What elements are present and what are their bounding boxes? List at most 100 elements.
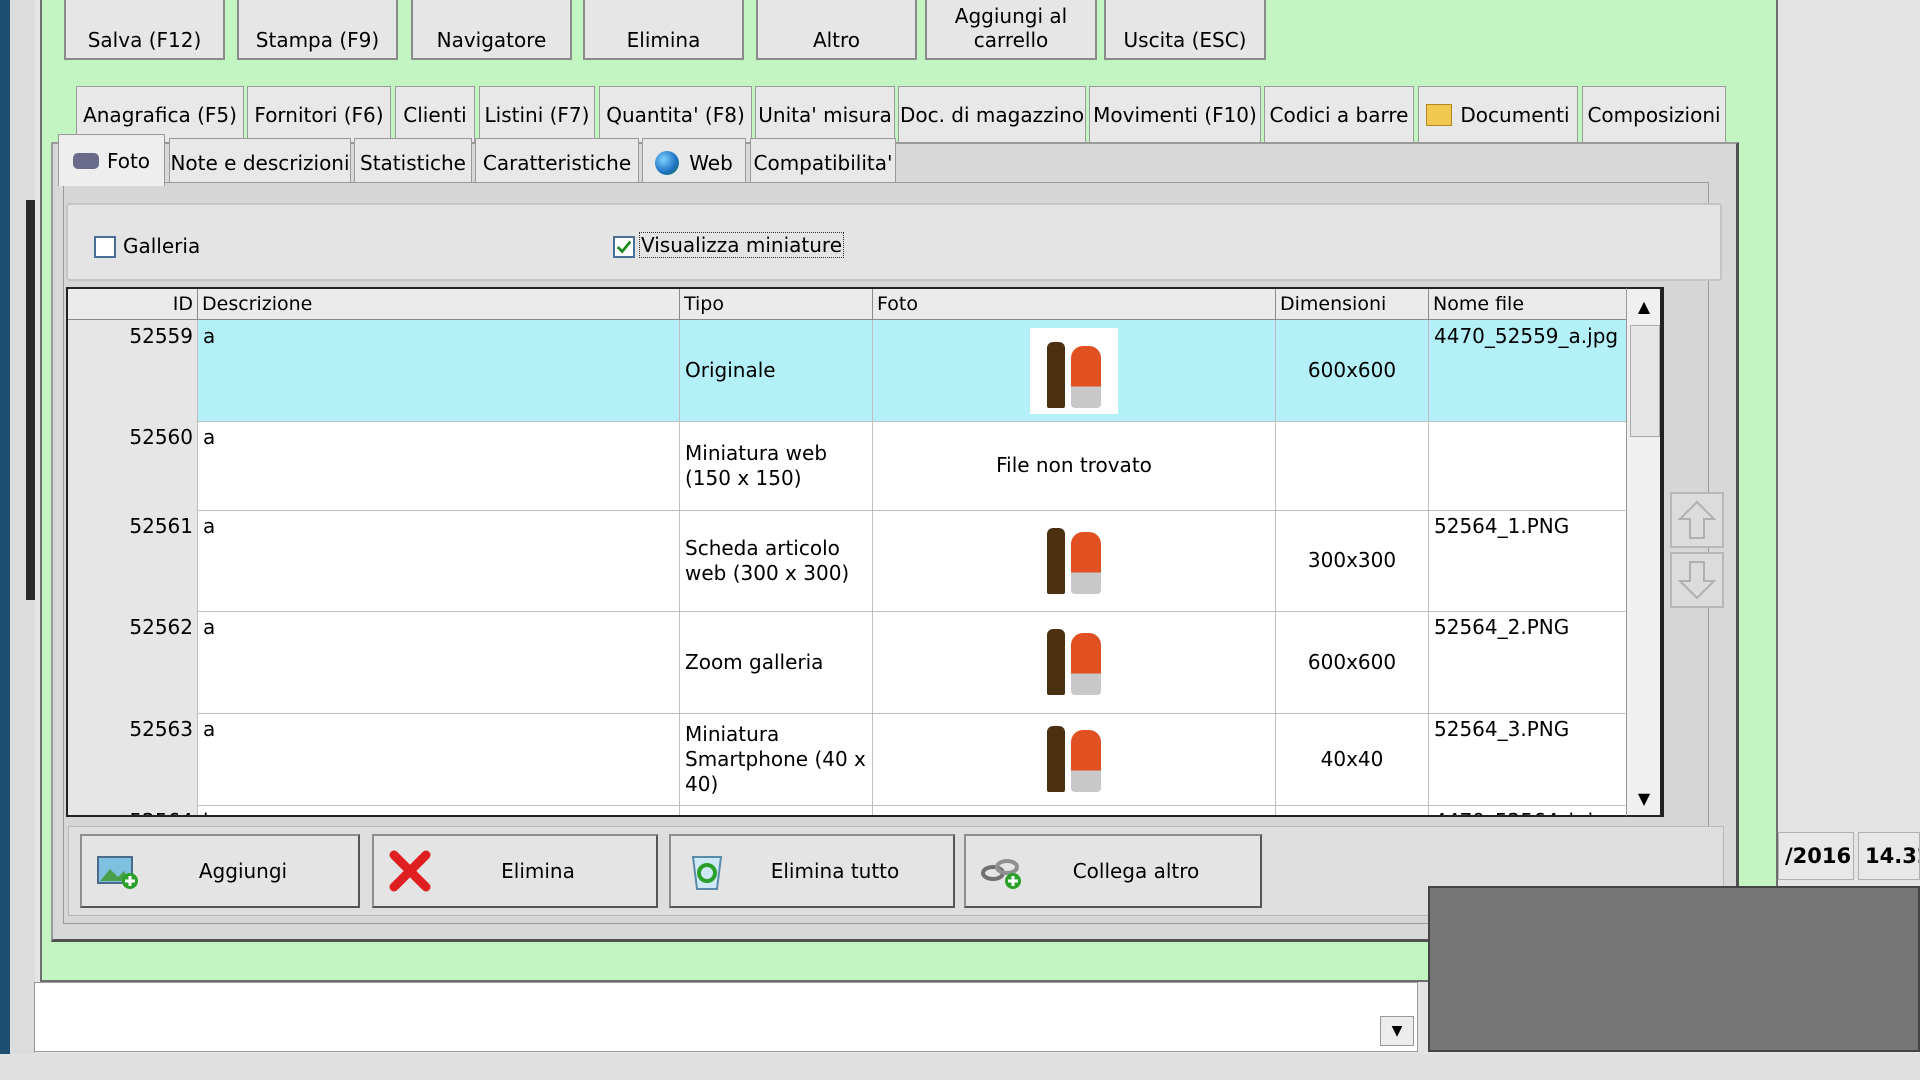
status-date: /2016 xyxy=(1778,832,1854,880)
tab-codici-barre[interactable]: Codici a barre xyxy=(1264,86,1414,142)
move-down-button[interactable] xyxy=(1670,552,1724,608)
cell-tipo: Miniatura web (150 x 150) xyxy=(680,421,873,510)
beer-glass-icon xyxy=(1071,345,1101,408)
tab-note-descrizioni[interactable]: Note e descrizioni xyxy=(169,138,351,186)
options-group xyxy=(66,203,1722,281)
table-row[interactable]: 52560 a Miniatura web (150 x 150) File n… xyxy=(68,421,1662,511)
recycle-bin-icon xyxy=(677,841,737,901)
tab-movimenti[interactable]: Movimenti (F10) xyxy=(1089,86,1261,142)
link-other-button[interactable]: Collega altro xyxy=(964,834,1262,908)
cell-descrizione: a xyxy=(198,320,680,421)
camera-icon xyxy=(72,152,99,169)
tab-quantita[interactable]: Quantita' (F8) xyxy=(599,86,752,142)
tab-label: Foto xyxy=(106,148,151,173)
exit-button[interactable]: Uscita (ESC) xyxy=(1104,0,1266,60)
add-photo-label: Aggiungi xyxy=(198,859,288,883)
add-image-icon xyxy=(88,841,148,901)
tab-label: Caratteristiche xyxy=(482,150,632,175)
col-descrizione[interactable]: Descrizione xyxy=(198,289,680,319)
cell-dimensioni: 40x40 xyxy=(1276,713,1429,805)
miniature-checkbox[interactable] xyxy=(613,236,635,258)
cell-foto xyxy=(873,320,1276,421)
globe-icon xyxy=(655,150,680,175)
photo-thumbnail xyxy=(1047,726,1101,792)
scroll-thumb[interactable] xyxy=(1630,325,1660,437)
link-other-label: Collega altro xyxy=(1072,859,1200,883)
tab-foto[interactable]: Foto xyxy=(58,134,165,186)
tab-label: Movimenti (F10) xyxy=(1093,102,1257,127)
photo-thumbnail xyxy=(1047,629,1101,695)
save-button[interactable]: Salva (F12) xyxy=(64,0,225,60)
table-row[interactable]: 52564 b 4470_52564_b.jpg xyxy=(68,805,1662,815)
galleria-label: Galleria xyxy=(123,234,201,258)
scroll-down-icon[interactable]: ▼ xyxy=(1629,783,1659,813)
tab-caratteristiche[interactable]: Caratteristiche xyxy=(475,138,639,186)
table-row[interactable]: 52561 a Scheda articolo web (300 x 300) … xyxy=(68,510,1662,612)
tab-label: Statistiche xyxy=(360,150,466,175)
cell-id: 52564 xyxy=(68,805,198,815)
print-button-label: Stampa (F9) xyxy=(255,28,380,52)
tab-label: Composizioni xyxy=(1587,102,1721,127)
move-up-button[interactable] xyxy=(1670,492,1724,548)
tab-unita-misura[interactable]: Unita' misura xyxy=(755,86,895,142)
bottom-strip xyxy=(0,1054,1920,1080)
delete-photo-button[interactable]: Elimina xyxy=(372,834,658,908)
beer-glass-icon xyxy=(1071,531,1101,594)
tab-statistiche[interactable]: Statistiche xyxy=(354,138,472,186)
tab-documenti[interactable]: Documenti xyxy=(1418,86,1578,142)
tab-fornitori[interactable]: Fornitori (F6) xyxy=(247,86,391,142)
table-row[interactable]: 52562 a Zoom galleria 600x600 52564_2.PN… xyxy=(68,611,1662,714)
cell-id: 52560 xyxy=(68,421,198,510)
more-button[interactable]: Altro xyxy=(756,0,917,60)
tab-doc-magazzino[interactable]: Doc. di magazzino xyxy=(898,86,1086,142)
print-button[interactable]: Stampa (F9) xyxy=(237,0,398,60)
col-tipo[interactable]: Tipo xyxy=(680,289,873,319)
red-x-icon xyxy=(380,841,440,901)
beer-bottle-icon xyxy=(1047,341,1065,408)
beer-glass-icon xyxy=(1071,730,1101,792)
col-foto[interactable]: Foto xyxy=(873,289,1276,319)
delete-photo-label: Elimina xyxy=(501,859,575,883)
grid-header: ID Descrizione Tipo Foto Dimensioni Nome… xyxy=(68,289,1662,320)
grid-scrollbar[interactable]: ▲ ▼ xyxy=(1626,287,1662,817)
table-row[interactable]: 52559 a Originale 600x600 4470_52559_a.j… xyxy=(68,320,1662,422)
tab-label: Documenti xyxy=(1460,102,1570,127)
tab-composizioni[interactable]: Composizioni xyxy=(1582,86,1726,142)
folder-icon xyxy=(1426,103,1453,126)
tab-clienti[interactable]: Clienti xyxy=(395,86,475,142)
background-panel xyxy=(1428,886,1920,1052)
tab-listini[interactable]: Listini (F7) xyxy=(479,86,595,142)
tab-web[interactable]: Web xyxy=(642,138,746,186)
tab-compatibilita[interactable]: Compatibilita' xyxy=(750,138,896,186)
link-add-icon xyxy=(972,841,1032,901)
cell-dimensioni: 600x600 xyxy=(1276,611,1429,713)
scroll-up-icon[interactable]: ▲ xyxy=(1629,291,1659,321)
cell-tipo: Originale xyxy=(680,320,873,421)
tab-label: Compatibilita' xyxy=(753,150,893,175)
tab-label: Codici a barre xyxy=(1269,102,1409,127)
col-dimensioni[interactable]: Dimensioni xyxy=(1276,289,1429,319)
cell-tipo: Miniatura Smartphone (40 x 40) xyxy=(680,713,873,805)
status-time: 14.32 xyxy=(1858,832,1920,880)
background-text-area[interactable] xyxy=(34,982,1418,1052)
beer-bottle-icon xyxy=(1047,527,1065,594)
add-to-cart-button[interactable]: Aggiungi al carrello xyxy=(925,0,1097,60)
background-window-scrollbar xyxy=(26,200,35,600)
arrow-down-icon xyxy=(1677,561,1717,600)
delete-record-button[interactable]: Elimina xyxy=(583,0,744,60)
delete-all-button[interactable]: Elimina tutto xyxy=(669,834,955,908)
tab-label: Note e descrizioni xyxy=(170,150,350,175)
table-row[interactable]: 52563 a Miniatura Smartphone (40 x 40) 4… xyxy=(68,713,1662,806)
photo-grid: ID Descrizione Tipo Foto Dimensioni Nome… xyxy=(66,287,1664,817)
navigator-button[interactable]: Navigatore xyxy=(411,0,572,60)
col-id[interactable]: ID xyxy=(68,289,198,319)
chevron-down-icon[interactable]: ▼ xyxy=(1380,1016,1414,1046)
save-button-label: Salva (F12) xyxy=(87,28,202,52)
cell-descrizione: a xyxy=(198,611,680,713)
galleria-checkbox[interactable] xyxy=(94,236,116,258)
tab-label: Listini (F7) xyxy=(484,102,590,127)
add-photo-button[interactable]: Aggiungi xyxy=(80,834,360,908)
cell-id: 52561 xyxy=(68,510,198,611)
tab-label: Anagrafica (F5) xyxy=(83,102,237,127)
checkmark-icon xyxy=(616,240,632,254)
